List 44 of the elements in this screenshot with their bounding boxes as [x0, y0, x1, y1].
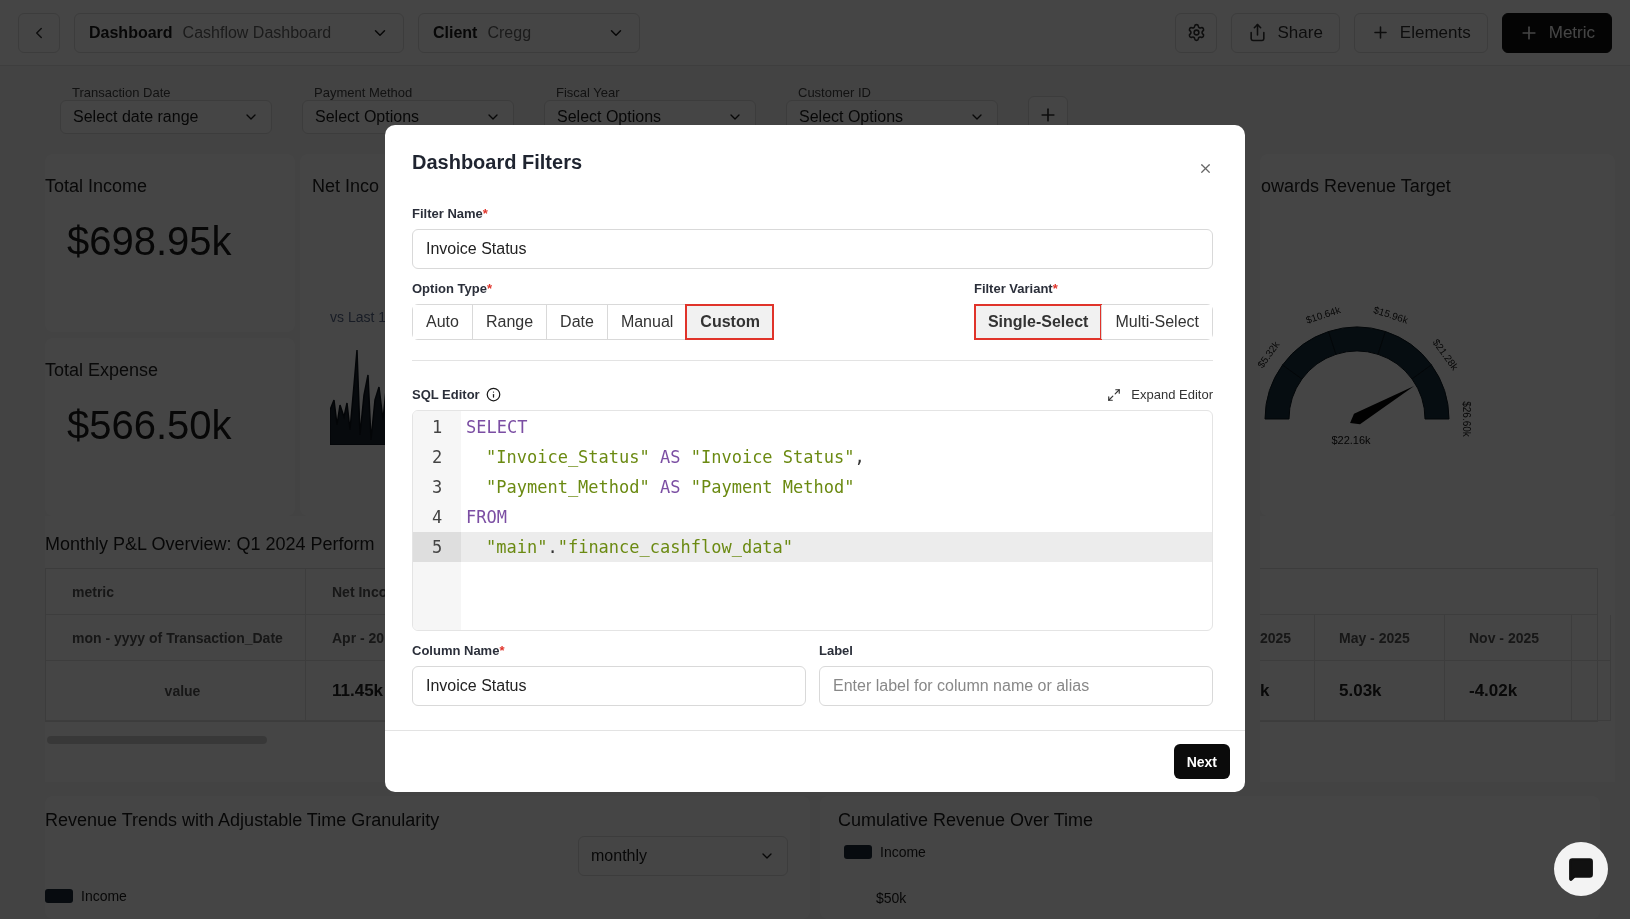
label-input[interactable]: Enter label for column name or alias	[819, 666, 1213, 706]
gauge-tick-label: $26.60k	[1461, 401, 1472, 437]
filter-variant-toggle[interactable]: Single-Select	[974, 305, 1102, 339]
filter-variant-toggle[interactable]: Multi-Select	[1101, 305, 1212, 339]
expand-icon	[1107, 387, 1122, 402]
line-number: 1	[430, 416, 444, 439]
line-number: 3	[430, 476, 444, 499]
code-line: SELECT	[465, 416, 529, 439]
close-button[interactable]	[1198, 161, 1213, 176]
kpi-value: $566.50k	[66, 403, 233, 448]
code-line: FROM	[465, 506, 508, 529]
column-name-input[interactable]: Invoice Status	[412, 666, 806, 706]
dialog-title: Dashboard Filters	[412, 151, 583, 174]
card-title: Total Income	[45, 176, 149, 197]
legend-label: Income	[81, 888, 127, 904]
line-number: 5	[413, 532, 461, 562]
line-number: 4	[430, 506, 444, 529]
option-type-toggle[interactable]: Custom	[686, 305, 773, 339]
kpi-value: $698.95k	[66, 219, 233, 264]
filter-name-input[interactable]: Invoice Status	[412, 229, 1213, 269]
line-number: 2	[430, 446, 444, 469]
code-line: "Payment_Method" AS "Payment Method"	[485, 476, 856, 499]
gauge-value: $22.16k	[1331, 434, 1371, 446]
section-title: Cumulative Revenue Over Time	[838, 810, 1095, 832]
card-title: Net Inco	[312, 176, 381, 197]
field-label: Filter Name*	[412, 206, 489, 221]
section-title: Monthly P&L Overview: Q1 2024 Perform	[45, 534, 376, 556]
expand-editor-button[interactable]: Expand Editor	[1107, 387, 1213, 402]
legend-label: Income	[880, 844, 926, 860]
axis-tick-label: $50k	[876, 890, 908, 906]
sql-editor[interactable]: 1 2 3 4 5 SELECT "Invoice_Status" AS "Invoice Status", "Payment_Method" AS "Payment Method" FROM "main"."finance_cashflow_data"	[412, 410, 1213, 631]
field-label: Filter Variant*	[973, 281, 1059, 296]
code-line: "Invoice_Status" AS "Invoice Status",	[485, 446, 866, 469]
field-label: Column Name*	[412, 643, 506, 658]
section-title: Revenue Trends with Adjustable Time Granularity	[45, 810, 441, 832]
field-label: Label	[819, 643, 854, 658]
card-title: owards Revenue Target	[1261, 176, 1452, 197]
field-label: SQL Editor	[412, 387, 480, 402]
next-button[interactable]: Next	[1173, 744, 1230, 779]
info-icon[interactable]	[485, 387, 501, 402]
card-title: Total Expense	[45, 360, 160, 381]
chat-icon	[1568, 856, 1594, 882]
close-icon	[1198, 161, 1213, 176]
field-label: Option Type*	[412, 281, 493, 296]
